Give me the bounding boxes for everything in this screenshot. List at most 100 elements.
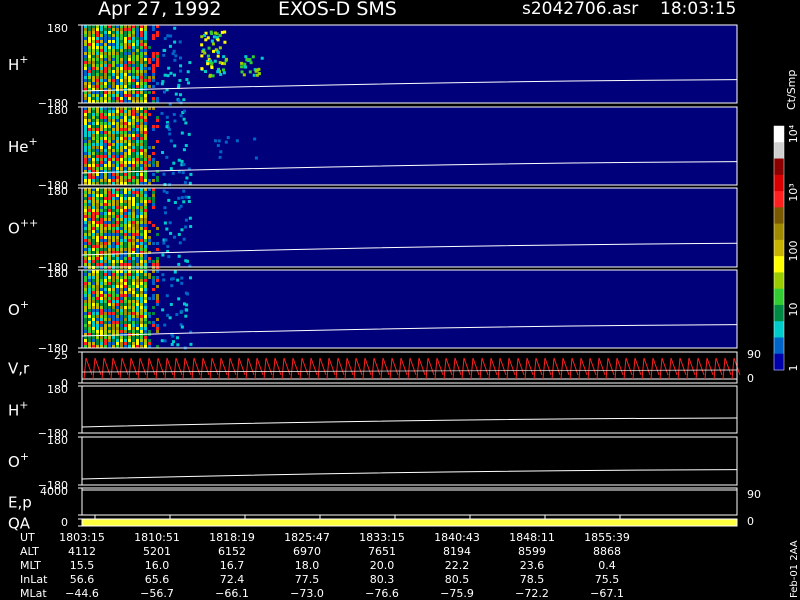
o-plusplus-cell [128, 245, 131, 248]
o-plusplus-cell [120, 194, 123, 197]
h-plus-cell [136, 61, 139, 64]
h-plus-cell [104, 70, 107, 73]
he-plus-cell [136, 179, 139, 182]
o-plus-cell [84, 309, 87, 312]
o-plus-cell [96, 339, 99, 342]
o-plus-cell [84, 318, 87, 321]
o-plus-cell [88, 288, 91, 291]
o-plus-cell [104, 318, 107, 321]
v-r-spike [434, 357, 438, 380]
o-plusplus-cell [92, 224, 95, 227]
h-plus-cell [96, 70, 99, 73]
h-plus-patch-cell [252, 73, 256, 77]
h-plus-cell [124, 70, 127, 73]
o-plusplus-cell [100, 233, 103, 236]
o-plus-cell [120, 294, 123, 297]
v-r-spike [200, 357, 204, 380]
h-plus-patch-cell [242, 73, 246, 77]
he-plus-cell [92, 176, 95, 179]
he-plus-cell [136, 140, 139, 143]
h-plus-cell [152, 55, 155, 58]
he-plus-cell [116, 146, 119, 149]
table-row-label: InLat [20, 573, 48, 586]
he-plus-cell [182, 117, 186, 121]
h-plus-cell [136, 91, 139, 94]
o-plus-cell [108, 279, 111, 282]
o-plusplus-cell [108, 239, 111, 242]
o-plus-cell [180, 325, 184, 329]
o-plus-cell [88, 318, 91, 321]
o-plusplus-cell [104, 215, 107, 218]
he-plus-cell [104, 149, 107, 152]
v-r-spike [553, 357, 561, 376]
o-plus-cell [84, 339, 87, 342]
o-plus-cell [120, 288, 123, 291]
o-plus-cell [116, 303, 119, 306]
v-r-spike [164, 357, 168, 380]
o-plus-cell [100, 309, 103, 312]
o-plusplus-cell [140, 215, 143, 218]
o-plusplus-cell [92, 194, 95, 197]
colorbar-tick-label: 10³ [787, 183, 800, 201]
o-plusplus-cell [88, 263, 91, 266]
he-plus-cell [136, 176, 139, 179]
he-plus-cell [116, 149, 119, 152]
o-plusplus-cell [96, 248, 99, 251]
o-plus-cell [112, 315, 115, 318]
h-plus-cell [100, 28, 103, 31]
he-plus-cell [136, 131, 139, 134]
o-plusplus-cell [128, 218, 131, 221]
o-plus-cell [120, 318, 123, 321]
h-plus-patch-cell [223, 40, 227, 44]
v-r-spike [706, 357, 714, 376]
o-plusplus-cell [120, 236, 123, 239]
he-plus-cell [88, 155, 91, 158]
o-plus-cell [120, 330, 123, 333]
he-plus-cell [96, 158, 99, 161]
he-plus-cell [100, 152, 103, 155]
o-plusplus-cell [128, 197, 131, 200]
o-plus-cell [136, 291, 139, 294]
he-plus-cell [104, 143, 107, 146]
v-r-spike [85, 357, 93, 376]
he-plus-cell [100, 179, 103, 182]
o-plus-cell [124, 303, 127, 306]
v-r-spike [506, 357, 510, 380]
o-plusplus-cell [128, 224, 131, 227]
h-plus-cell [128, 49, 131, 52]
he-plus-cell [92, 119, 95, 122]
h-plus-cell [100, 94, 103, 97]
he-plus-cell [124, 134, 127, 137]
h-plus-cell [100, 82, 103, 85]
o-plus-cell [108, 285, 111, 288]
o-plus-cell [92, 312, 95, 315]
h-plus-cell [92, 31, 95, 34]
h-plus-cell [124, 52, 127, 55]
o-plus-cell [112, 330, 115, 333]
o-plus-cell [132, 273, 135, 276]
he-plus-cell [100, 161, 103, 164]
v-r-spike [589, 357, 597, 376]
h-plus-cell [112, 91, 115, 94]
he-plus-cell [132, 140, 135, 143]
o-plusplus-cell [108, 263, 111, 266]
o-plusplus-cell [163, 221, 167, 225]
o-plusplus-cell [92, 230, 95, 233]
h-plus-cell [179, 69, 183, 73]
o-plusplus-cell [92, 212, 95, 215]
he-plus-cell [132, 128, 135, 131]
o-plusplus-cell [136, 263, 139, 266]
o-plus-cell [108, 273, 111, 276]
qa-bar [82, 519, 737, 526]
o-plus-cell [124, 339, 127, 342]
o-plusplus-cell [100, 251, 103, 254]
he-plus-cell [96, 113, 99, 116]
table-cell: 6152 [218, 545, 246, 558]
v-r-spike [281, 357, 285, 380]
o-plus-cell [88, 300, 91, 303]
o-plus-cell [100, 318, 103, 321]
o-plusplus-cell [140, 227, 143, 230]
o-plusplus-cell [128, 215, 131, 218]
o-plus-cell [124, 291, 127, 294]
h-plus-cell [124, 58, 127, 61]
